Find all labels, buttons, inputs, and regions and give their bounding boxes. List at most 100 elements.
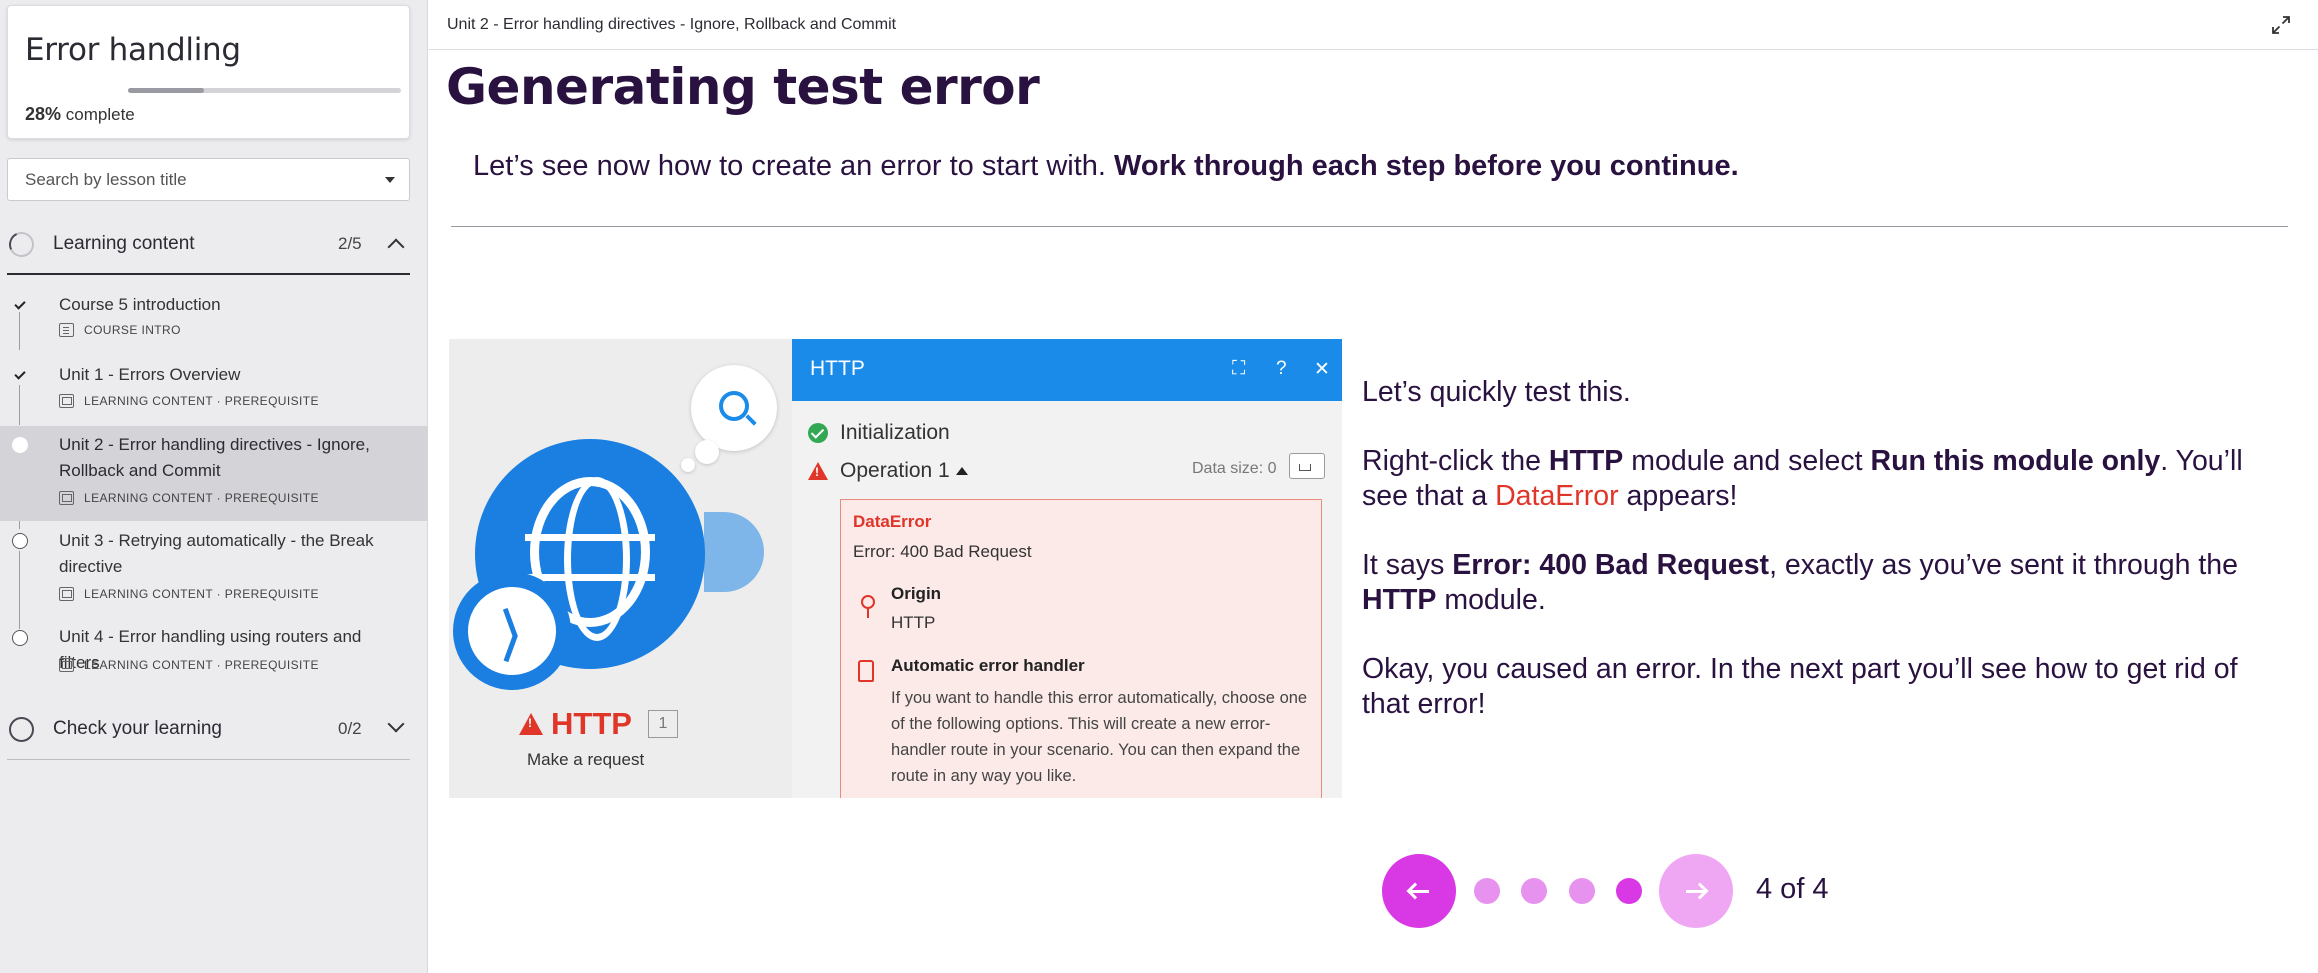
lesson-content: Unit 2 - Error handling directives - Ign… <box>429 0 2318 973</box>
text: module and select <box>1623 445 1871 477</box>
page-dot[interactable] <box>1569 878 1595 904</box>
check-icon <box>12 297 28 313</box>
paragraph: Right-click the HTTP module and select R… <box>1362 444 2292 514</box>
success-icon <box>808 423 828 443</box>
warning-icon <box>519 713 543 735</box>
section-count: 2/5 <box>338 234 362 253</box>
location-pin-icon <box>861 595 875 618</box>
expand-icon[interactable] <box>2272 16 2290 34</box>
lesson-search-select[interactable]: Search by lesson title <box>7 158 410 201</box>
chevron-down-icon[interactable] <box>387 715 405 733</box>
lesson-title: Course 5 introduction <box>59 295 221 314</box>
warning-icon <box>808 462 828 480</box>
operation-label: Operation 1 <box>840 459 950 482</box>
panel-title: HTTP <box>810 357 865 380</box>
screen-icon <box>59 394 74 408</box>
text: Error: 400 Bad Request <box>1452 549 1770 581</box>
clock-hand <box>502 607 518 638</box>
text: Right-click the <box>1362 445 1549 477</box>
arrow-right-icon <box>1686 889 1706 893</box>
lesson-item[interactable]: Unit 4 - Error handling using routers an… <box>0 626 428 686</box>
screen-icon <box>59 658 74 672</box>
intro-bold: Work through each step before you contin… <box>1114 150 1739 182</box>
lesson-item[interactable]: Course 5 introduction COURSE INTRO <box>0 285 428 345</box>
section-divider <box>7 759 410 760</box>
http-output-panel: HTTP ⛶ ? ✕ Initialization Operation 1 Da… <box>792 339 1342 798</box>
screen-icon <box>59 587 74 601</box>
screen-icon <box>59 491 74 505</box>
section-learning-content[interactable]: Learning content 2/5 <box>0 220 410 268</box>
lesson-item-current[interactable]: Unit 2 - Error handling directives - Ign… <box>0 426 428 521</box>
paragraph: It says Error: 400 Bad Request, exactly … <box>1362 548 2292 618</box>
thought-bubble-small <box>695 440 719 464</box>
lesson-item[interactable]: Unit 3 - Retrying automatically - the Br… <box>0 522 428 617</box>
paragraph: Let’s quickly test this. <box>1362 376 1631 408</box>
progress-suffix: complete <box>65 105 135 124</box>
operation-row: Operation 1 <box>808 459 968 483</box>
fire-extinguisher-icon <box>858 660 874 682</box>
step-instructions: Let’s quickly test this. Right-click the… <box>1362 375 2292 756</box>
data-size: Data size: 0 <box>1192 460 1277 477</box>
error-box: DataError Error: 400 Bad Request Origin … <box>840 499 1322 798</box>
lesson-meta-text: LEARNING CONTENT · PREREQUISITE <box>84 587 319 601</box>
lesson-title: Unit 2 - Error handling directives - Ign… <box>59 435 370 480</box>
progress-bar-fill <box>128 88 205 93</box>
previous-button[interactable] <box>1382 854 1456 928</box>
text: appears! <box>1618 480 1738 512</box>
lesson-meta: COURSE INTRO <box>59 323 181 337</box>
divider <box>451 226 2288 227</box>
course-progress-card: Error handling 28% complete <box>7 5 410 139</box>
close-icon: ✕ <box>1314 359 1330 380</box>
page-dot[interactable] <box>1521 878 1547 904</box>
lesson-meta-text: COURSE INTRO <box>84 323 181 337</box>
intro-plain: Let’s see now how to create an error to … <box>473 150 1115 182</box>
module-badge: 1 <box>647 710 678 738</box>
search-placeholder: Search by lesson title <box>25 170 187 189</box>
section-divider <box>7 273 410 275</box>
page-title: Generating test error <box>446 58 1040 116</box>
paragraph: Okay, you caused an error. In the next p… <box>1362 653 2238 720</box>
sidebar: Error handling 28% complete Search by le… <box>0 0 428 973</box>
chevron-up-icon[interactable] <box>387 238 405 256</box>
breadcrumb: Unit 2 - Error handling directives - Ign… <box>447 16 897 33</box>
init-label: Initialization <box>840 421 950 444</box>
progress-text: 28% complete <box>25 104 135 125</box>
dropdown-caret-icon <box>385 177 395 183</box>
lesson-illustration: HTTP 1 Make a request HTTP ⛶ ? ✕ Initial… <box>449 339 1342 798</box>
page-dot[interactable] <box>1474 878 1500 904</box>
section-label: Check your learning <box>53 718 222 739</box>
thought-bubble-small <box>681 458 695 472</box>
topbar: Unit 2 - Error handling directives - Ign… <box>429 0 2318 50</box>
text: It says <box>1362 549 1453 581</box>
globe-latitude <box>525 534 655 541</box>
next-button[interactable] <box>1659 854 1733 928</box>
help-icon: ? <box>1276 358 1287 379</box>
clock-hand <box>503 634 518 663</box>
page-dot-active[interactable] <box>1616 878 1642 904</box>
search-icon <box>719 391 749 421</box>
lesson-meta-text: LEARNING CONTENT · PREREQUISITE <box>84 491 319 505</box>
error-type: DataError <box>853 512 932 531</box>
globe-latitude <box>525 574 655 581</box>
lesson-meta-text: LEARNING CONTENT · PREREQUISITE <box>84 394 319 408</box>
section-progress-ring-icon <box>9 717 34 742</box>
lesson-meta: LEARNING CONTENT · PREREQUISITE <box>59 394 319 408</box>
section-check-your-learning[interactable]: Check your learning 0/2 <box>0 705 410 753</box>
initialization-row: Initialization <box>808 421 950 445</box>
lesson-meta: LEARNING CONTENT · PREREQUISITE <box>59 491 319 505</box>
module-subtitle: Make a request <box>527 750 645 769</box>
text: , exactly as you’ve sent it through the <box>1769 549 2238 581</box>
origin-value: HTTP <box>891 613 936 632</box>
check-icon <box>12 367 28 383</box>
circle-icon <box>12 533 28 549</box>
module-name: HTTP <box>551 706 632 741</box>
text: HTTP <box>1548 445 1624 477</box>
clock-icon <box>453 572 571 690</box>
lesson-meta: LEARNING CONTENT · PREREQUISITE <box>59 587 319 601</box>
lesson-item[interactable]: Unit 1 - Errors Overview LEARNING CONTEN… <box>0 355 428 415</box>
lesson-title: Unit 1 - Errors Overview <box>59 365 241 384</box>
text: module. <box>1436 584 1546 616</box>
section-progress-ring-icon <box>5 228 38 261</box>
lesson-title: Unit 3 - Retrying automatically - the Br… <box>59 531 374 576</box>
clock-face <box>465 584 559 678</box>
